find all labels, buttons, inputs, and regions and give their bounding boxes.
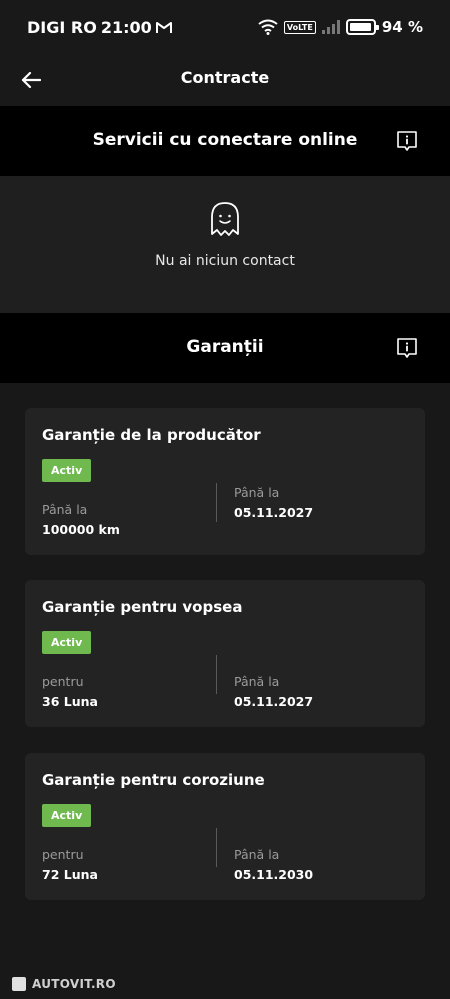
gmail-icon [155,22,172,33]
empty-state: Nu ai niciun contact [0,176,450,313]
signal-icon [321,20,340,34]
volte-badge: VoLTE [283,20,316,34]
warranty-card-title: Garanție pentru vopsea [42,598,243,616]
status-bar: DIGI RO 21:00 VoLTE 94 % [0,0,450,56]
warranty-right-label: Până la [234,847,280,862]
warranty-card-corrosion[interactable]: Garanție pentru coroziune Activ pentru 7… [25,753,425,900]
warranty-right-label: Până la [234,674,280,689]
warranty-left-label: pentru [42,674,84,689]
warranty-card-title: Garanție pentru coroziune [42,771,265,789]
card-divider [216,655,217,694]
warranty-left-value: 72 Luna [42,867,98,882]
carrier-name: DIGI RO [27,18,97,37]
warranty-left-value: 100000 km [42,522,120,537]
battery-icon [345,19,379,35]
card-divider [216,483,217,522]
card-divider [216,828,217,867]
status-badge: Activ [42,804,92,827]
warranty-right-value: 05.11.2027 [234,505,314,520]
ghost-icon [211,202,239,236]
status-badge: Activ [42,631,92,654]
warranty-card-title: Garanție de la producător [42,426,261,444]
page-title: Contracte [180,68,270,87]
online-services-header: Servicii cu conectare online [0,106,450,176]
warranty-left-label: Până la [42,502,88,517]
status-badge: Activ [42,459,92,482]
warranty-card-manufacturer[interactable]: Garanție de la producător Activ Până la … [25,408,425,555]
watermark: AUTOVIT.RO [12,977,116,991]
warranties-info-icon[interactable] [395,336,419,360]
warranty-left-value: 36 Luna [42,694,98,709]
warranty-card-paint[interactable]: Garanție pentru vopsea Activ pentru 36 L… [25,580,425,727]
empty-state-text: Nu ai niciun contact [155,253,295,269]
warranties-header: Garanții [0,313,450,383]
online-services-info-icon[interactable] [395,129,419,153]
app-bar: Contracte [0,56,450,106]
autovit-logo-icon [12,977,26,991]
wifi-icon [258,19,278,35]
battery-percent: 94 % [381,18,423,36]
warranty-left-label: pentru [42,847,84,862]
warranties-title: Garanții [186,337,264,357]
watermark-text: AUTOVIT.RO [32,977,116,991]
battery-fill [349,23,371,31]
online-services-title: Servicii cu conectare online [92,130,358,150]
warranty-right-value: 05.11.2030 [234,867,314,882]
warranty-right-value: 05.11.2027 [234,694,314,709]
clock: 21:00 [100,18,152,37]
warranty-right-label: Până la [234,485,280,500]
